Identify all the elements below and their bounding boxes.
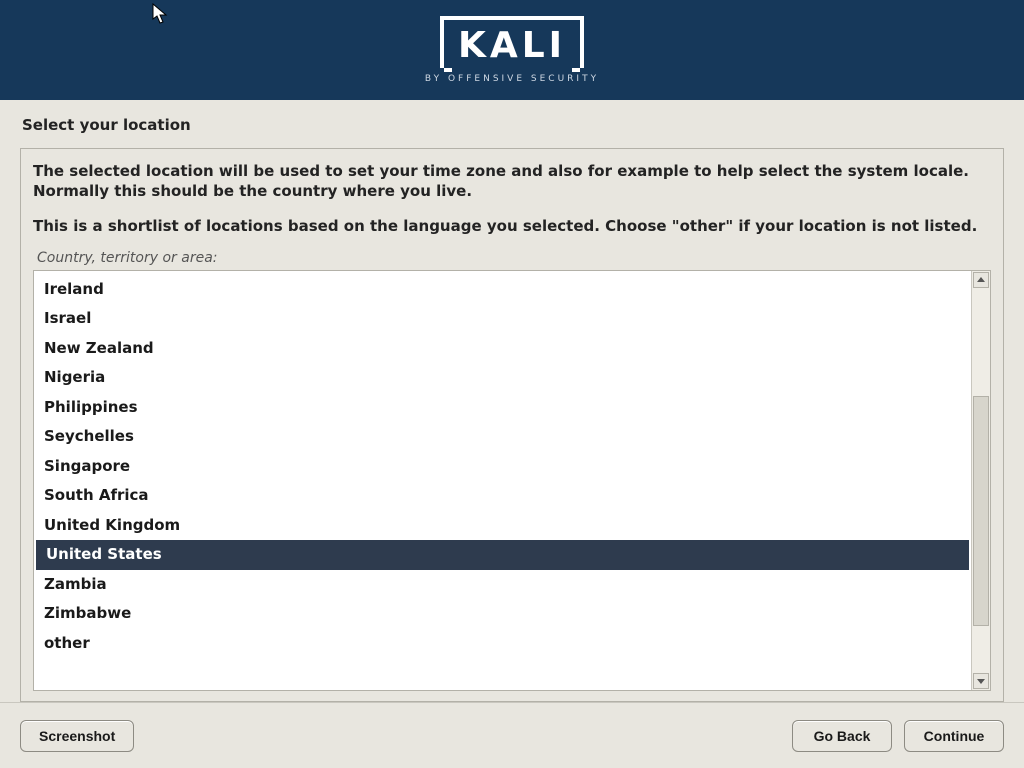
installer-header: KALI BY OFFENSIVE SECURITY [0,0,1024,100]
location-item[interactable]: New Zealand [34,334,971,364]
brand-logo: KALI BY OFFENSIVE SECURITY [425,16,599,84]
location-item[interactable]: Philippines [34,393,971,423]
list-label: Country, territory or area: [37,250,991,266]
location-item[interactable]: Seychelles [34,422,971,452]
continue-button[interactable]: Continue [904,720,1004,752]
location-item[interactable]: Zambia [34,570,971,600]
scroll-up-button[interactable] [973,272,989,288]
location-list[interactable]: IrelandIsraelNew ZealandNigeriaPhilippin… [34,271,971,690]
location-item[interactable]: United Kingdom [34,511,971,541]
footer-right-group: Go Back Continue [792,720,1004,752]
content-panel: The selected location will be used to se… [20,148,1004,702]
go-back-button[interactable]: Go Back [792,720,892,752]
description-paragraph-1: The selected location will be used to se… [33,161,991,202]
scroll-down-button[interactable] [973,673,989,689]
location-item[interactable]: Zimbabwe [34,599,971,629]
brand-tagline: BY OFFENSIVE SECURITY [425,74,599,84]
installer-body: Select your location The selected locati… [0,100,1024,702]
chevron-down-icon [977,679,985,684]
location-item[interactable]: South Africa [34,481,971,511]
location-item[interactable]: Israel [34,304,971,334]
location-item[interactable]: Singapore [34,452,971,482]
chevron-up-icon [977,277,985,282]
brand-name: KALI [458,22,566,68]
description-text: The selected location will be used to se… [33,161,991,250]
footer: Screenshot Go Back Continue [0,702,1024,768]
location-item[interactable]: other [34,629,971,659]
location-item[interactable]: Nigeria [34,363,971,393]
scroll-thumb[interactable] [973,396,989,626]
description-paragraph-2: This is a shortlist of locations based o… [33,216,991,236]
screenshot-button[interactable]: Screenshot [20,720,134,752]
location-item[interactable]: United States [36,540,969,570]
page-title: Select your location [22,116,1002,134]
scrollbar[interactable] [971,271,990,690]
scroll-track[interactable] [972,289,990,672]
location-item[interactable]: Ireland [34,275,971,305]
location-list-container: IrelandIsraelNew ZealandNigeriaPhilippin… [33,270,991,691]
